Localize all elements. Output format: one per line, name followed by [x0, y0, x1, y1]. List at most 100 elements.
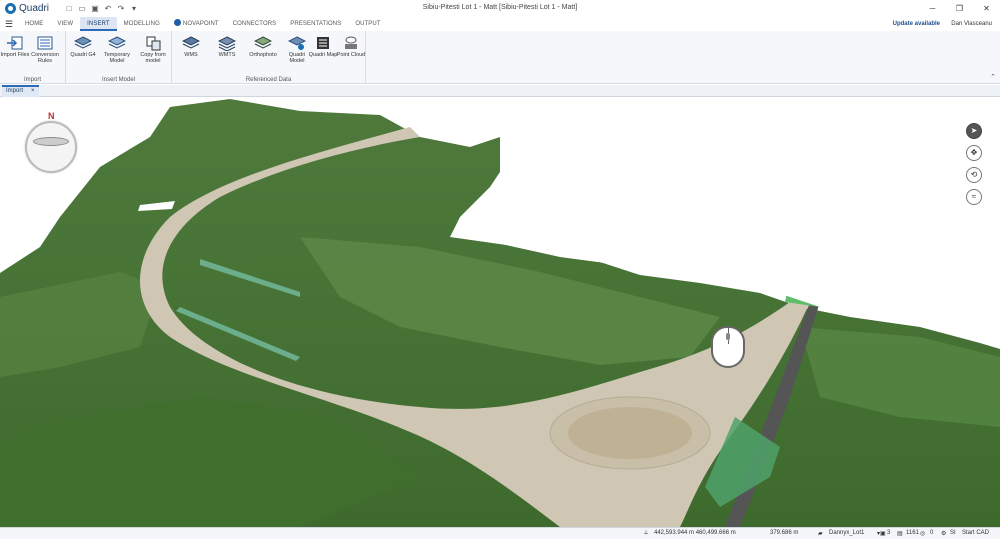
close-icon[interactable]: ✕	[973, 0, 1000, 17]
wms-button[interactable]: WMS	[176, 35, 206, 58]
tab-connectors[interactable]: CONNECTORS	[226, 17, 284, 31]
temporary-model-label: Temporary Model	[104, 52, 130, 64]
wmts-label: WMTS	[218, 52, 236, 58]
maximize-icon[interactable]: ❐	[946, 0, 973, 17]
ribbon-tabs: ☰ HOME VIEW INSERT MODELLING NOVAPOINT C…	[0, 17, 1000, 31]
open-folder-icon[interactable]: ▭	[78, 4, 86, 13]
compass-north-label: N	[48, 111, 55, 121]
document-tab-bar: Import ×	[0, 85, 1000, 97]
point-cloud-button[interactable]: Point Cloud	[336, 35, 366, 58]
navigation-tools: ➤ ✥ ⟲ ≈	[966, 123, 984, 211]
quadri-map-button[interactable]: Quadri Map	[308, 35, 338, 58]
group-label-import: Import	[23, 77, 41, 83]
novapoint-icon	[173, 19, 181, 26]
app-logo: Quadri	[5, 3, 49, 14]
tab-import-document[interactable]: Import ×	[2, 85, 39, 97]
qat-dropdown-icon[interactable]: ▾	[130, 4, 138, 13]
title-bar: Quadri □ ▭ ▣ ↶ ↷ ▾ Sibiu-Pitesti Lot 1 -…	[0, 0, 1000, 17]
quadri-map-label: Quadri Map	[308, 52, 338, 58]
quadri-map-icon	[314, 35, 332, 51]
conversion-rules-label: Conversion Rules	[31, 52, 59, 64]
temporary-model-button[interactable]: Temporary Model	[102, 35, 132, 64]
orthophoto-button[interactable]: Orthophoto	[248, 35, 278, 58]
ribbon-group-import: Import Files Conversion Rules Import	[0, 31, 66, 84]
compass-widget[interactable]: N	[25, 111, 81, 173]
fly-icon[interactable]: ≈	[966, 189, 982, 205]
conversion-rules-button[interactable]: Conversion Rules	[30, 35, 60, 64]
wmts-button[interactable]: WMTS	[212, 35, 242, 58]
temporary-model-icon	[107, 35, 127, 51]
pan-icon[interactable]: ✥	[966, 145, 982, 161]
copy-from-model-icon	[144, 35, 162, 51]
tab-insert[interactable]: INSERT	[80, 17, 117, 31]
orthophoto-label: Orthophoto	[249, 52, 277, 58]
ribbon-group-referenced-data: WMS WMTS Orthophoto Quadri Model Quadri …	[172, 31, 366, 84]
select-cursor-icon[interactable]: ➤	[966, 123, 982, 139]
quadri-model-icon	[287, 35, 307, 51]
quadri-g4-label: Quadri G4	[70, 52, 96, 58]
count-a-icon: ▣	[880, 531, 886, 537]
tab-output[interactable]: OUTPUT	[348, 17, 387, 31]
point-cloud-icon	[342, 35, 360, 51]
count-b-icon: ▤	[897, 531, 903, 537]
point-cloud-terrain	[0, 97, 1000, 527]
menu-icon[interactable]: ☰	[0, 17, 18, 31]
redo-icon[interactable]: ↷	[117, 4, 125, 13]
status-bar: ⟂ 442,593.944 m 460,499.666 m 379.686 m …	[0, 527, 1000, 539]
app-name: Quadri	[19, 3, 50, 14]
elevation-readout: 379.686 m	[770, 530, 799, 536]
layer-icon: ▰	[818, 531, 823, 537]
collapse-ribbon-icon[interactable]: ⌃	[990, 73, 996, 81]
quadri-g4-button[interactable]: Quadri G4	[68, 35, 98, 58]
wmts-icon	[217, 35, 237, 52]
tab-modelling[interactable]: MODELLING	[117, 17, 167, 31]
import-files-button[interactable]: Import Files	[0, 35, 30, 58]
import-files-icon	[6, 35, 24, 51]
ribbon: Import Files Conversion Rules Import Qua…	[0, 31, 1000, 84]
quadri-g4-icon	[73, 35, 93, 51]
import-files-label: Import Files	[0, 52, 30, 58]
user-name[interactable]: Dan Vlasceanu	[951, 17, 992, 31]
tab-view[interactable]: VIEW	[50, 17, 80, 31]
group-label-insert-model: Insert Model	[101, 77, 135, 83]
update-available-link[interactable]: Update available	[893, 17, 940, 31]
group-label-referenced-data: Referenced Data	[245, 77, 292, 83]
mouse-hint-icon	[711, 326, 745, 368]
model-selector[interactable]: Dannyx_Lot1	[829, 530, 864, 536]
start-cad-button[interactable]: Start CAD	[962, 530, 989, 536]
compass-ring	[25, 121, 77, 173]
quadri-logo-icon	[5, 3, 16, 14]
wms-icon	[181, 35, 201, 51]
3d-viewport[interactable]: N ➤ ✥ ⟲ ≈	[0, 97, 1000, 527]
unit-system[interactable]: SI	[950, 530, 956, 536]
orthophoto-icon	[253, 35, 273, 51]
coordinate-icon: ⟂	[644, 530, 649, 536]
point-cloud-label: Point Cloud	[336, 52, 366, 58]
settings-icon[interactable]: ⚙	[941, 530, 946, 537]
wms-label: WMS	[184, 52, 198, 58]
copy-from-model-button[interactable]: Copy from model	[138, 35, 168, 64]
undo-icon[interactable]: ↶	[104, 4, 112, 13]
save-icon[interactable]: ▣	[91, 4, 99, 13]
tab-novapoint-label: NOVAPOINT	[182, 21, 219, 27]
doc-tab-close-icon[interactable]: ×	[31, 87, 35, 97]
coordinates-readout: 442,593.944 m 460,499.666 m	[654, 530, 736, 536]
copy-from-model-label: Copy from model	[140, 52, 166, 64]
new-file-icon[interactable]: □	[65, 4, 73, 13]
quick-access-toolbar: □ ▭ ▣ ↶ ↷ ▾	[65, 4, 138, 13]
tab-presentations[interactable]: PRESENTATIONS	[283, 17, 348, 31]
count-b: 1161	[906, 530, 919, 536]
orbit-icon[interactable]: ⟲	[966, 167, 982, 183]
count-c-icon: ◎	[920, 531, 926, 537]
count-a: 3	[887, 530, 891, 536]
ribbon-group-insert-model: Quadri G4 Temporary Model Copy from mode…	[66, 31, 172, 84]
window-title: Sibiu-Pitesti Lot 1 - Matt [Sibiu-Pitest…	[422, 4, 578, 11]
doc-tab-label: Import	[6, 88, 24, 94]
count-c: 0	[930, 530, 934, 536]
compass-disc	[33, 137, 69, 146]
conversion-rules-icon	[36, 35, 54, 51]
minimize-icon[interactable]: ─	[919, 0, 946, 17]
tab-novapoint[interactable]: NOVAPOINT	[167, 17, 226, 31]
tab-home[interactable]: HOME	[18, 17, 50, 31]
window-controls: ─ ❐ ✕	[919, 0, 1000, 17]
